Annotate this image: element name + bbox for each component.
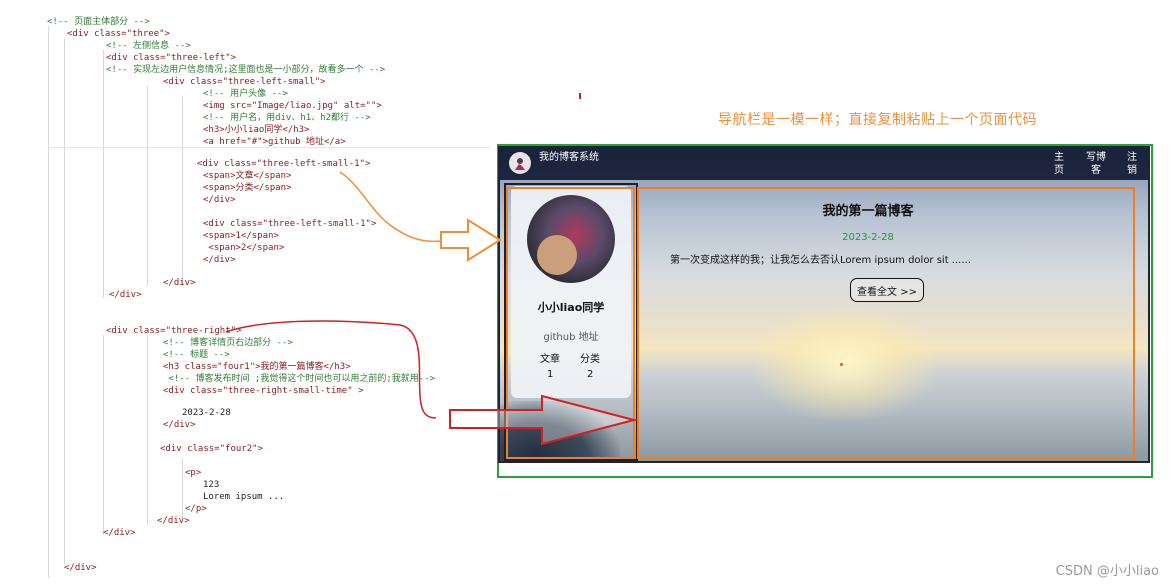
watermark: CSDN @小小liao [1055,564,1159,579]
red-arrow-icon [449,394,638,446]
orange-arrow-icon [440,218,502,262]
orange-connector-line [339,171,441,243]
red-connector-line [225,320,437,419]
annotation-arrows [225,171,638,446]
